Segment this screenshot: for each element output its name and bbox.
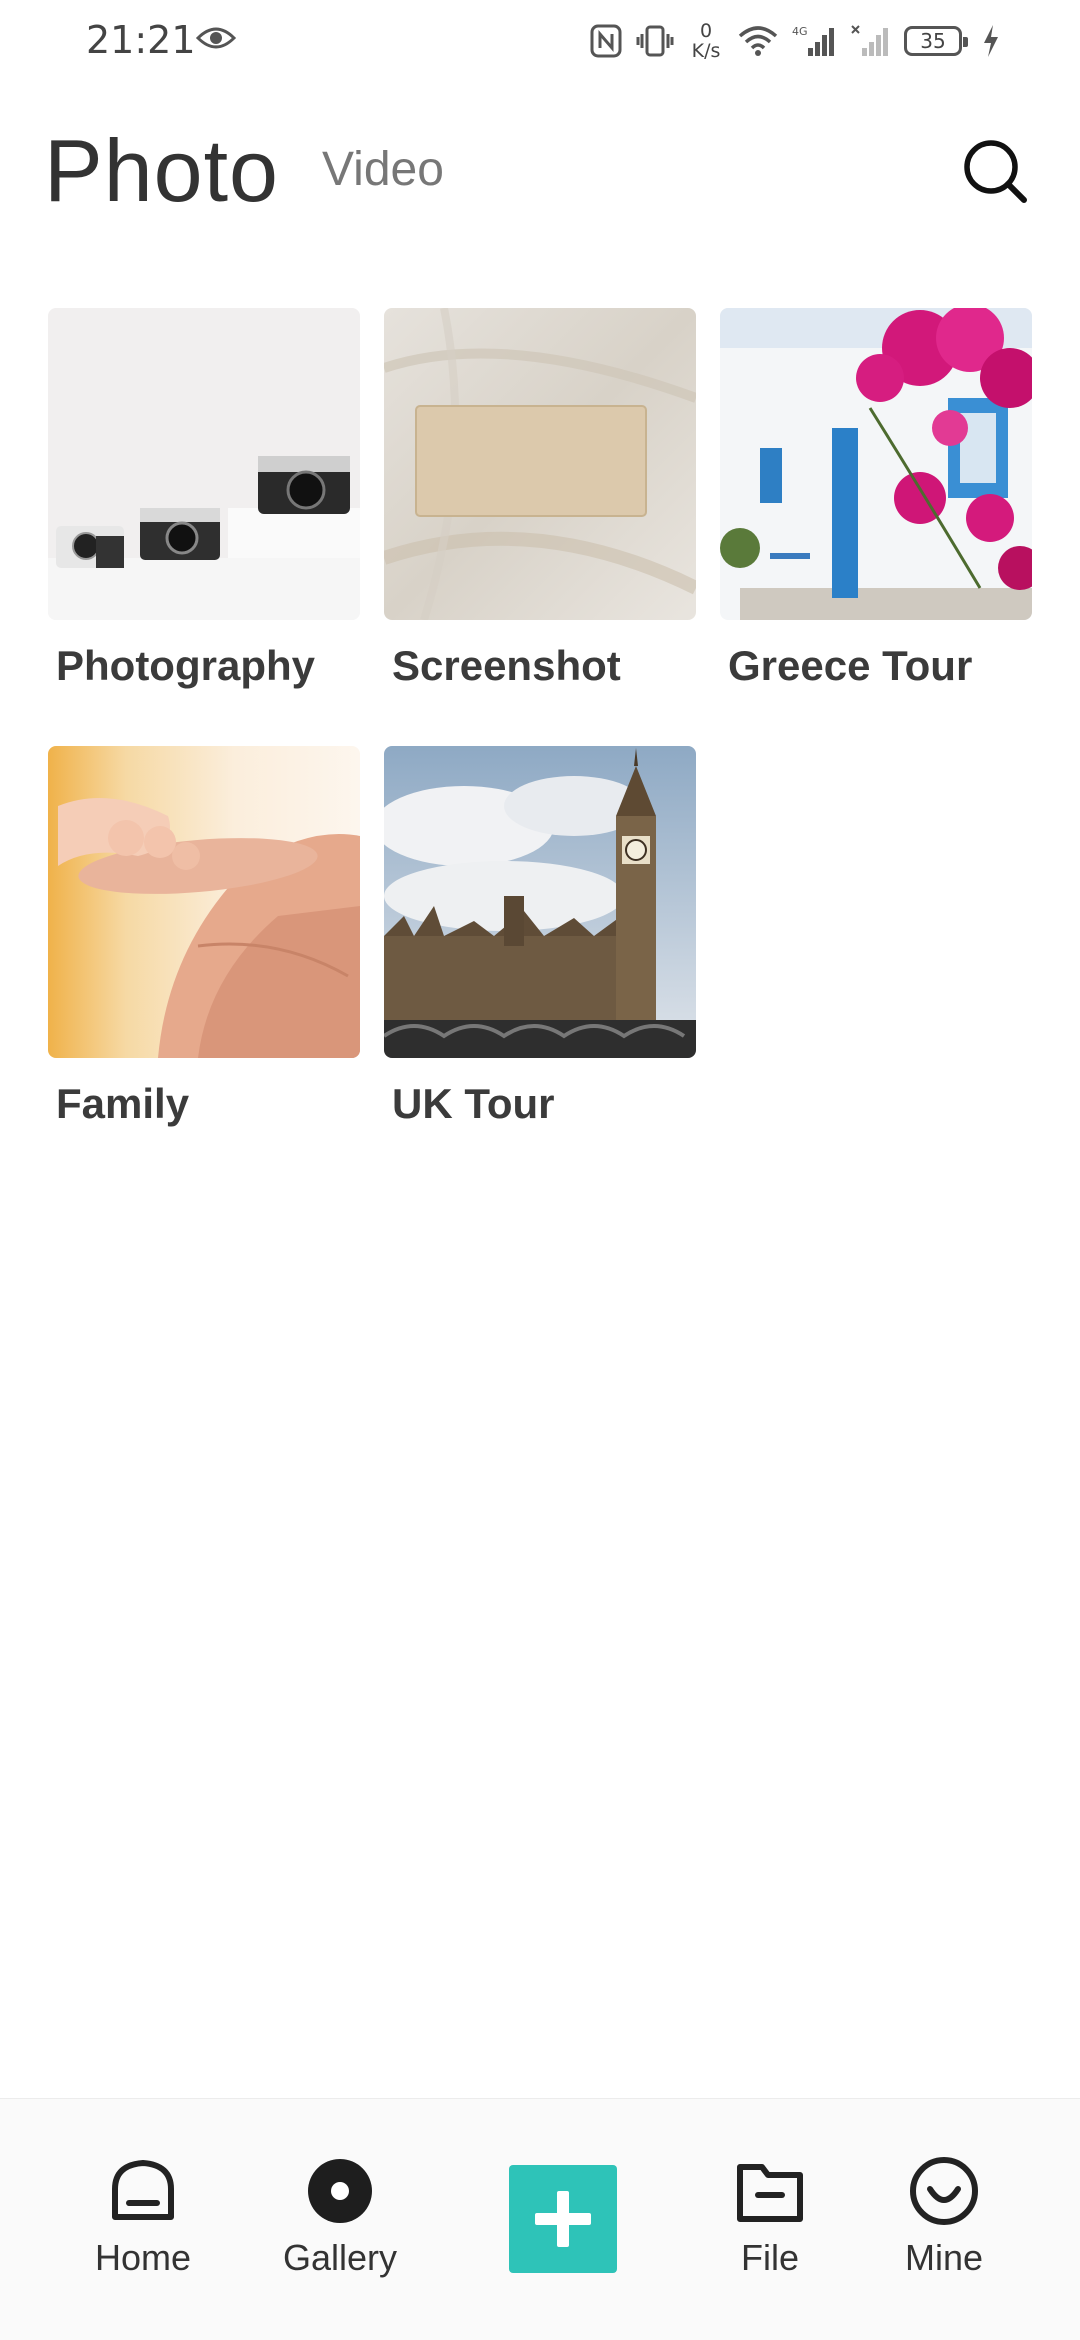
add-button[interactable] [509,2165,617,2273]
nav-label: Home [94,2237,192,2278]
album-screenshot[interactable]: Screenshot [384,308,696,690]
eye-icon [196,27,236,49]
plus-icon [535,2191,591,2247]
nav-home[interactable]: Home [63,2099,223,2279]
nav-mine[interactable]: Mine [864,2099,1024,2279]
signal-empty-icon [851,25,888,56]
battery-indicator: 35 [904,26,968,56]
nav-file[interactable]: File [690,2099,850,2279]
smile-icon [910,2157,978,2225]
album-uk-tour[interactable]: UK Tour [384,746,696,1128]
tab-photo[interactable]: Photo [44,120,279,222]
album-thumbnail[interactable] [48,308,360,620]
album-label: Greece Tour [728,642,973,689]
svg-text:4G: 4G [792,25,808,38]
album-thumbnail[interactable] [384,308,696,620]
album-label: Photography [56,642,315,689]
album-thumbnail[interactable] [48,746,360,1058]
bottom-nav: Home Gallery File Mine [0,2098,1080,2340]
search-icon[interactable] [960,136,1030,206]
home-icon [112,2160,174,2220]
status-bar: 21:21 0 K/s 4G 35 [0,0,1080,80]
network-speed: 0 K/s [691,20,721,62]
status-icons: 0 K/s 4G 35 [590,18,1000,64]
album-family[interactable]: Family [48,746,360,1128]
folder-icon [737,2164,803,2222]
wifi-icon [738,26,778,56]
gallery-icon [308,2159,372,2223]
status-time: 21:21 [86,18,196,62]
album-label: UK Tour [392,1080,555,1127]
album-greece-tour[interactable]: Greece Tour [720,308,1032,690]
nav-label: Mine [904,2237,984,2278]
album-thumbnail[interactable] [720,308,1032,620]
album-label: Screenshot [392,642,621,689]
tab-video[interactable]: Video [322,142,444,197]
album-photography[interactable]: Photography [48,308,360,690]
album-label: Family [56,1080,190,1127]
nav-gallery[interactable]: Gallery [260,2099,420,2279]
charging-icon [984,25,998,57]
nav-label: File [740,2237,799,2278]
nav-label: Gallery [282,2237,398,2278]
signal-4g-icon: 4G [792,25,834,56]
nfc-icon [590,24,622,58]
album-thumbnail[interactable] [384,746,696,1058]
vibrate-icon [636,25,674,57]
